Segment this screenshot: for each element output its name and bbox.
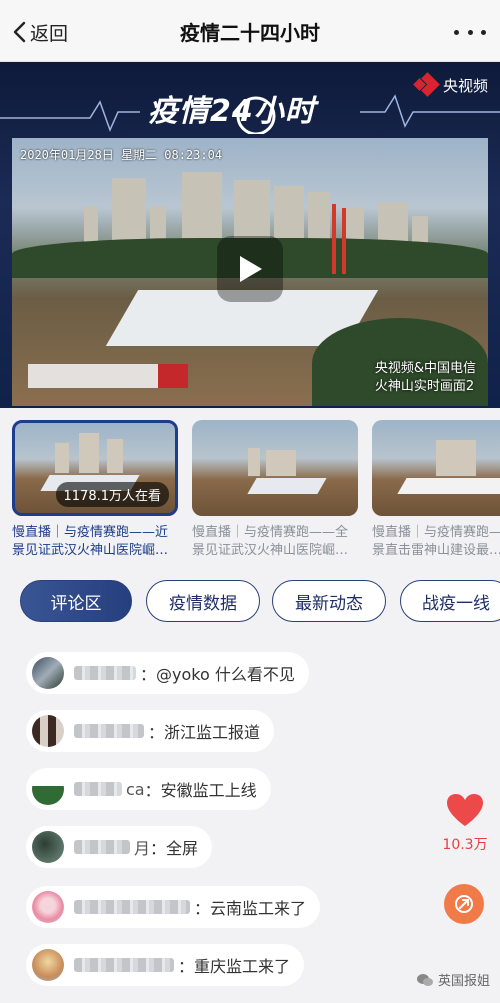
stream-thumbnail[interactable]: 1178.1万人在看 慢直播｜与疫情赛跑——近景见证武汉火神山医院崛… <box>12 420 178 562</box>
blurred-username <box>74 900 190 914</box>
video-caption-line: 央视频&中国电信 <box>374 361 476 376</box>
comment-list[interactable]: ：@yoko 什么看不见 ：浙江监工报道 ca ：安徽监工上线 月 ：全屏 ：云… <box>0 642 500 1003</box>
thumbnail-caption: 慢直播｜与疫情赛跑——全景见证武汉火神山医院崛… <box>192 525 349 558</box>
share-icon <box>455 895 473 913</box>
comment-item: ：云南监工来了 <box>26 886 321 928</box>
more-dot-icon <box>481 29 486 35</box>
thumbnail-caption: 慢直播｜与疫情赛跑——近景见证武汉火神山医院崛… <box>12 525 169 558</box>
comment-item: ：浙江监工报道 <box>26 710 275 752</box>
tab-epidemic-data[interactable]: 疫情数据 <box>146 580 260 622</box>
comment-item: ：重庆监工来了 <box>26 944 305 986</box>
video-caption-line: 火神山实时画面2 <box>374 379 475 394</box>
top-nav-bar: 返回 疫情二十四小时 <box>0 0 500 62</box>
avatar[interactable] <box>32 657 64 689</box>
comment-item: 月 ：全屏 <box>26 826 213 868</box>
like-button[interactable]: 10.3万 <box>440 792 490 854</box>
viewer-count-badge: 1178.1万人在看 <box>55 482 169 507</box>
blurred-username <box>74 724 144 738</box>
source-watermark: 英国报姐 <box>416 970 490 989</box>
section-tabs: 评论区 疫情数据 最新动态 战疫一线 <box>0 574 500 630</box>
page-title: 疫情二十四小时 <box>180 21 320 45</box>
comment-text: ：云南监工来了 <box>194 899 307 918</box>
thumbnail-caption: 慢直播｜与疫情赛跑——近景直击雷神山建设最… <box>372 525 500 558</box>
thumbnail-image: 1178.1万人在看 <box>12 420 178 516</box>
play-button[interactable] <box>217 236 283 302</box>
comment-text: ：@yoko 什么看不见 <box>140 665 295 684</box>
broadcaster-name: 央视频 <box>442 76 488 95</box>
avatar[interactable] <box>32 891 64 923</box>
comment-text: ：安徽监工上线 <box>144 781 257 800</box>
video-timestamp: 2020年01月28日 星期二 08:23:04 <box>20 148 223 162</box>
cctv-logo-icon <box>413 72 440 97</box>
blurred-username <box>74 782 122 796</box>
stream-thumbnail-list[interactable]: 1178.1万人在看 慢直播｜与疫情赛跑——近景见证武汉火神山医院崛… 慢直播｜… <box>0 408 500 568</box>
show-title: 疫情24小时 <box>148 94 316 129</box>
stream-thumbnail[interactable]: 慢直播｜与疫情赛跑——近景直击雷神山建设最… <box>372 420 500 562</box>
video-caption: 央视频&中国电信 火神山实时画面2 <box>375 360 476 396</box>
comment-text: ：全屏 <box>150 839 199 858</box>
avatar[interactable] <box>32 715 64 747</box>
watermark-text: 英国报姐 <box>437 974 490 989</box>
blurred-username <box>74 666 136 680</box>
video-player[interactable]: 疫情24小时 央视频 2020年01月28日 星期二 08:23:04 央视频&… <box>0 62 500 408</box>
comment-item: ：@yoko 什么看不见 <box>26 652 309 694</box>
thumbnail-image <box>192 420 358 516</box>
share-button[interactable] <box>444 884 484 924</box>
more-dot-icon <box>454 29 459 35</box>
tab-comments[interactable]: 评论区 <box>20 580 132 622</box>
more-options-button[interactable] <box>454 22 486 42</box>
blurred-username <box>74 958 174 972</box>
tab-latest-news[interactable]: 最新动态 <box>272 580 386 622</box>
avatar[interactable] <box>32 949 64 981</box>
stream-thumbnail[interactable]: 慢直播｜与疫情赛跑——全景见证武汉火神山医院崛… <box>192 420 358 562</box>
tab-frontline[interactable]: 战疫一线 <box>400 580 500 622</box>
comment-username: ca <box>126 779 145 799</box>
avatar[interactable] <box>32 831 64 863</box>
play-icon <box>240 256 262 282</box>
comment-username: 月 <box>134 839 151 858</box>
wechat-icon <box>416 973 433 986</box>
thumbnail-image <box>372 420 500 516</box>
broadcaster-logo: 央视频 <box>413 72 488 97</box>
like-count: 10.3万 <box>442 837 488 853</box>
blurred-username <box>74 840 130 854</box>
comment-item: ca ：安徽监工上线 <box>26 768 271 810</box>
heart-icon <box>447 794 483 826</box>
live-video-frame[interactable]: 2020年01月28日 星期二 08:23:04 央视频&中国电信 火神山实时画… <box>12 138 488 406</box>
comment-text: ：浙江监工报道 <box>148 723 261 742</box>
avatar[interactable] <box>32 773 64 805</box>
comment-text: ：重庆监工来了 <box>178 957 291 976</box>
more-dot-icon <box>467 29 473 35</box>
